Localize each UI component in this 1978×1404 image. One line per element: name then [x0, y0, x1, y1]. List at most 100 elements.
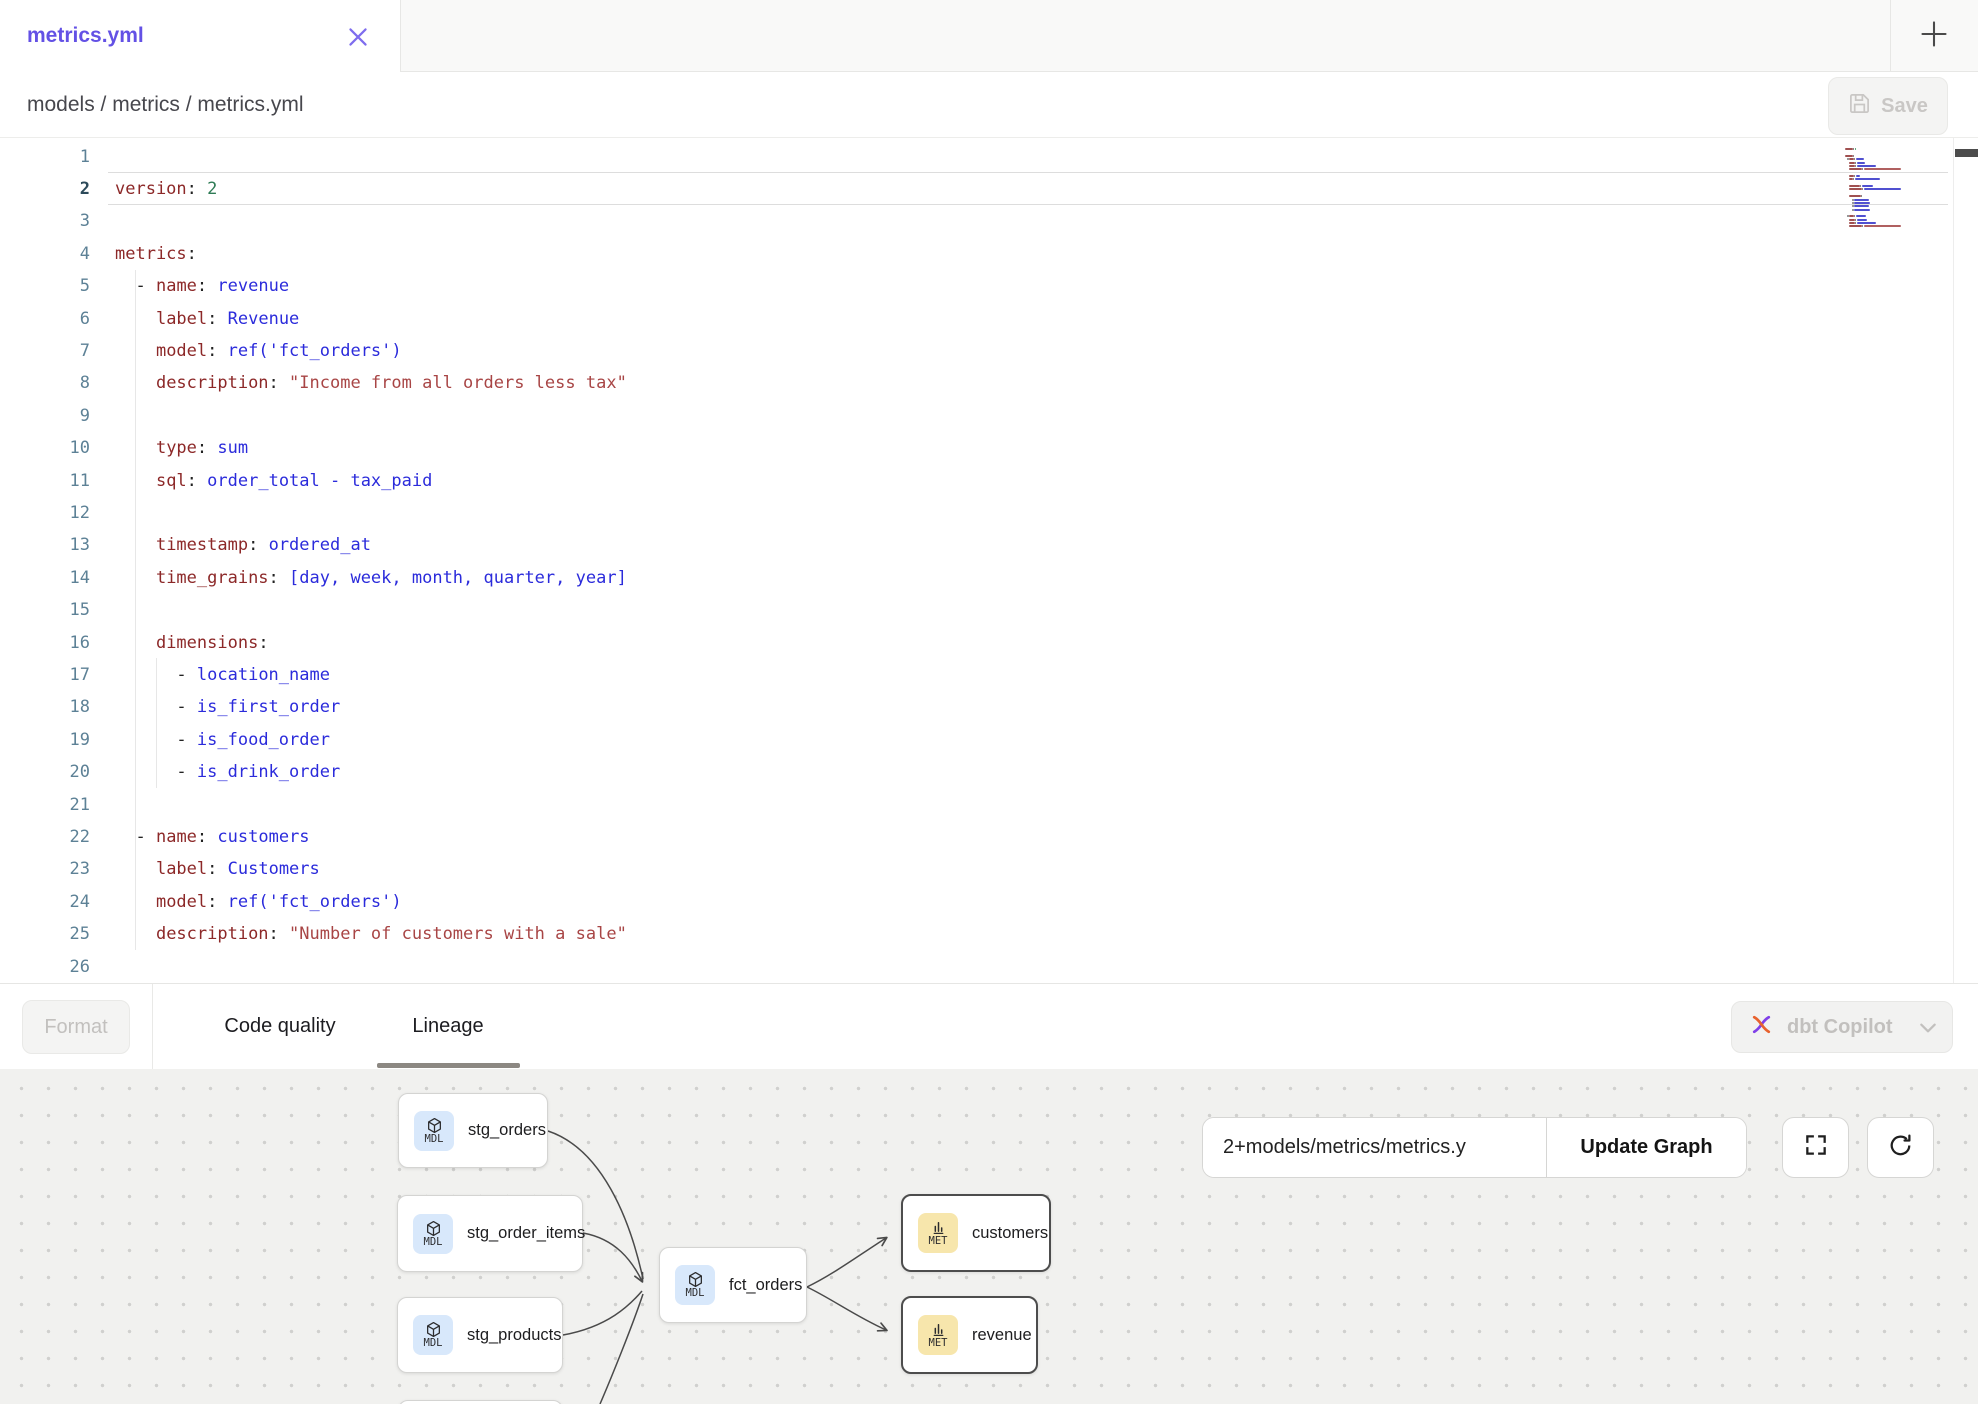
- minimap[interactable]: [1845, 145, 1950, 232]
- code-text: - is_first_order: [115, 697, 340, 717]
- badge-label: MDL: [686, 1288, 705, 1299]
- code-line-8[interactable]: 8 description: "Income from all orders l…: [0, 367, 1940, 400]
- tab-title[interactable]: metrics.yml: [27, 0, 144, 72]
- node-revenue[interactable]: METrevenue: [901, 1296, 1038, 1374]
- format-label: Format: [44, 1016, 107, 1039]
- badge-label: MET: [929, 1236, 948, 1247]
- cube-icon: MDL: [413, 1315, 453, 1355]
- code-line-10[interactable]: 10 type: sum: [0, 432, 1940, 465]
- code-text: sql: order_total - tax_paid: [115, 471, 432, 491]
- line-number: 13: [0, 535, 90, 555]
- new-tab-separator: [1890, 0, 1891, 71]
- code-line-11[interactable]: 11 sql: order_total - tax_paid: [0, 464, 1940, 497]
- dbt-copilot-icon: [1748, 1011, 1775, 1044]
- code-line-5[interactable]: 5 - name: revenue: [0, 270, 1940, 303]
- line-number: 21: [0, 795, 90, 815]
- code-line-22[interactable]: 22 - name: customers: [0, 820, 1940, 853]
- code-line-13[interactable]: 13 timestamp: ordered_at: [0, 529, 1940, 562]
- line-number: 19: [0, 730, 90, 750]
- node-label: revenue: [972, 1326, 1032, 1345]
- node-stg_order_items[interactable]: MDLstg_order_items: [397, 1195, 583, 1272]
- update-graph-button[interactable]: Update Graph: [1546, 1118, 1746, 1177]
- breadcrumb-row: models / metrics / metrics.yml Save: [0, 72, 1978, 138]
- fullscreen-button[interactable]: [1782, 1117, 1849, 1178]
- code-line-1[interactable]: 1: [0, 140, 1940, 173]
- close-icon[interactable]: [344, 23, 372, 51]
- code-line-9[interactable]: 9: [0, 399, 1940, 432]
- tab-code-quality[interactable]: Code quality: [212, 984, 348, 1069]
- breadcrumb: models / metrics / metrics.yml: [27, 72, 304, 138]
- code-line-25[interactable]: 25 description: "Number of customers wit…: [0, 918, 1940, 951]
- save-button[interactable]: Save: [1828, 77, 1948, 135]
- line-number: 18: [0, 697, 90, 717]
- line-number: 8: [0, 373, 90, 393]
- fullscreen-icon: [1803, 1132, 1829, 1163]
- node-stg_orders[interactable]: MDL stg_orders: [398, 1093, 548, 1168]
- code-line-24[interactable]: 24 model: ref('fct_orders'): [0, 885, 1940, 918]
- code-text: label: Customers: [115, 859, 320, 879]
- new-tab-button[interactable]: [1905, 12, 1963, 60]
- refresh-button[interactable]: [1867, 1117, 1934, 1178]
- code-line-6[interactable]: 6 label: Revenue: [0, 302, 1940, 335]
- badge-label: MDL: [425, 1134, 444, 1145]
- code-line-14[interactable]: 14 time_grains: [day, week, month, quart…: [0, 561, 1940, 594]
- code-text: time_grains: [day, week, month, quarter,…: [115, 568, 627, 588]
- scrollbar-marker[interactable]: [1955, 149, 1978, 157]
- tab-lineage[interactable]: Lineage: [404, 984, 492, 1069]
- code-text: type: sum: [115, 438, 248, 458]
- code-text: model: ref('fct_orders'): [115, 892, 402, 912]
- search-input[interactable]: [1203, 1118, 1546, 1177]
- tab-lineage-label: Lineage: [412, 1015, 483, 1038]
- code-line-15[interactable]: 15: [0, 594, 1940, 627]
- code-text: label: Revenue: [115, 309, 299, 329]
- code-line-26[interactable]: 26: [0, 950, 1940, 983]
- code-line-12[interactable]: 12: [0, 496, 1940, 529]
- bottom-toolbar: Format Code quality Lineage dbt Copilot: [0, 983, 1978, 1069]
- node-label: stg_order_items: [467, 1224, 585, 1243]
- line-number: 25: [0, 924, 90, 944]
- lineage-canvas[interactable]: MDLstg_ordersMDLstg_order_itemsMDLstg_pr…: [0, 1069, 1978, 1404]
- node-label: stg_orders: [468, 1121, 546, 1140]
- cube-icon: MDL: [675, 1265, 715, 1305]
- code-text: description: "Income from all orders les…: [115, 373, 627, 393]
- code-text: dimensions:: [115, 633, 269, 653]
- dbt-copilot-label: dbt Copilot: [1787, 1016, 1908, 1039]
- code-line-7[interactable]: 7 model: ref('fct_orders'): [0, 334, 1940, 367]
- node-label: customers: [972, 1224, 1048, 1243]
- line-number: 6: [0, 309, 90, 329]
- node-fct_orders[interactable]: MDLfct_orders: [659, 1247, 807, 1323]
- line-number: 22: [0, 827, 90, 847]
- line-number: 12: [0, 503, 90, 523]
- code-line-3[interactable]: 3: [0, 205, 1940, 238]
- code-line-21[interactable]: 21: [0, 788, 1940, 821]
- minimap-separator: [1953, 138, 1954, 983]
- code-text: model: ref('fct_orders'): [115, 341, 402, 361]
- code-line-16[interactable]: 16 dimensions:: [0, 626, 1940, 659]
- code-line-4[interactable]: 4metrics:: [0, 237, 1940, 270]
- code-editor[interactable]: 12version: 234metrics:5 - name: revenue6…: [0, 138, 1978, 983]
- bar-chart-icon: MET: [918, 1213, 958, 1253]
- tab-metrics-yml[interactable]: metrics.yml: [0, 0, 401, 72]
- line-number: 2: [0, 179, 90, 199]
- line-number: 4: [0, 244, 90, 264]
- code-line-17[interactable]: 17 - location_name: [0, 658, 1940, 691]
- line-number: 23: [0, 859, 90, 879]
- code-text: - is_food_order: [115, 730, 330, 750]
- node-label: stg_products: [467, 1326, 561, 1345]
- node-stg_products[interactable]: MDL stg_products: [397, 1297, 563, 1373]
- code-text: timestamp: ordered_at: [115, 535, 371, 555]
- node-customers[interactable]: MET customers: [901, 1194, 1051, 1272]
- code-line-19[interactable]: 19 - is_food_order: [0, 723, 1940, 756]
- code-line-2[interactable]: 2 version: 2: [0, 172, 1940, 205]
- code-line-18[interactable]: 18 - is_first_order: [0, 691, 1940, 724]
- dbt-copilot-button[interactable]: dbt Copilot: [1731, 1001, 1953, 1053]
- code-text: version: 2: [115, 179, 217, 199]
- plus-icon: [1919, 19, 1949, 54]
- code-line-23[interactable]: 23 label: Customers: [0, 853, 1940, 886]
- code-text: - name: revenue: [115, 276, 289, 296]
- line-number: 11: [0, 471, 90, 491]
- code-line-20[interactable]: 20 - is_drink_order: [0, 756, 1940, 789]
- format-button[interactable]: Format: [22, 1000, 130, 1054]
- node-partial_node[interactable]: [398, 1400, 563, 1404]
- cube-icon: MDL: [414, 1111, 454, 1151]
